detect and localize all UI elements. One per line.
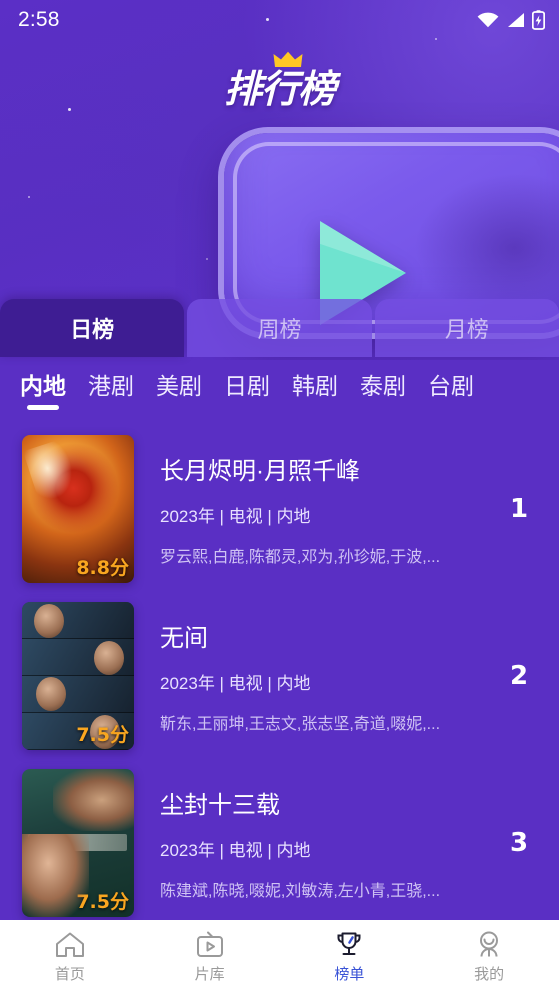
person-icon bbox=[480, 931, 499, 957]
list-item-title: 无间 bbox=[160, 624, 208, 652]
star-dot bbox=[206, 258, 208, 260]
nav-item-ranking[interactable]: 榜单 bbox=[280, 920, 420, 995]
status-bar: 2:58 bbox=[0, 0, 559, 40]
trophy-icon bbox=[337, 932, 361, 955]
list-item[interactable]: 7.5分 尘封十三载 2023年 | 电视 | 内地 陈建斌,陈晓,啜妮,刘敏涛… bbox=[0, 759, 559, 920]
tab-daily[interactable]: 日榜 bbox=[0, 299, 185, 357]
battery-charging-icon bbox=[532, 10, 545, 30]
home-icon bbox=[55, 932, 84, 957]
status-icons bbox=[477, 10, 545, 30]
list-item-cast: 靳东,王丽坤,王志文,张志坚,奇道,啜妮,... bbox=[160, 715, 441, 733]
nav-label-library: 片库 bbox=[194, 966, 225, 983]
status-time: 2:58 bbox=[18, 8, 60, 31]
rank-number: 2 bbox=[509, 660, 529, 691]
list-item-meta: 2023年 | 电视 | 内地 bbox=[160, 506, 311, 526]
poster-thumbnail[interactable]: 7.5分 bbox=[22, 768, 134, 917]
list-item-meta: 2023年 | 电视 | 内地 bbox=[160, 840, 311, 860]
category-hk[interactable]: 港剧 bbox=[88, 367, 134, 410]
list-item[interactable]: 7.5分 无间 2023年 | 电视 | 内地 靳东,王丽坤,王志文,张志坚,奇… bbox=[0, 592, 559, 759]
rating-badge: 7.5分 bbox=[76, 723, 129, 746]
bottom-navigation-bar: 首页 片库 榜单 我的 bbox=[0, 920, 559, 995]
list-item-meta: 2023年 | 电视 | 内地 bbox=[160, 673, 311, 693]
ranking-list: 8.8分 长月烬明·月照千峰 2023年 | 电视 | 内地 罗云熙,白鹿,陈都… bbox=[0, 425, 559, 920]
period-tab-bar: 日榜 周榜 月榜 bbox=[0, 299, 559, 357]
list-item-info: 尘封十三载 2023年 | 电视 | 内地 陈建斌,陈晓,啜妮,刘敏涛,左小青,… bbox=[134, 785, 497, 901]
list-item-info: 长月烬明·月照千峰 2023年 | 电视 | 内地 罗云熙,白鹿,陈都灵,邓为,… bbox=[134, 451, 497, 567]
category-jp[interactable]: 日剧 bbox=[224, 367, 270, 410]
nav-item-library[interactable]: 片库 bbox=[140, 920, 280, 995]
app-root: 2:58 排行榜 日榜 周榜 月榜 内地 港剧 美剧 日剧 韩剧 泰剧 台剧 8… bbox=[0, 0, 559, 995]
list-item-cast: 陈建斌,陈晓,啜妮,刘敏涛,左小青,王骁,... bbox=[160, 882, 441, 900]
list-item-cast: 罗云熙,白鹿,陈都灵,邓为,孙珍妮,于波,... bbox=[160, 548, 441, 566]
rank-number: 3 bbox=[509, 827, 529, 858]
rating-badge: 8.8分 bbox=[76, 556, 129, 579]
rank-number: 1 bbox=[509, 493, 529, 524]
logo-text: 排行榜 bbox=[223, 67, 336, 111]
wifi-icon bbox=[477, 12, 499, 28]
category-th[interactable]: 泰剧 bbox=[360, 367, 406, 410]
category-kr[interactable]: 韩剧 bbox=[292, 367, 338, 410]
app-logo: 排行榜 bbox=[0, 51, 559, 113]
category-mainland[interactable]: 内地 bbox=[20, 367, 66, 410]
list-item-info: 无间 2023年 | 电视 | 内地 靳东,王丽坤,王志文,张志坚,奇道,啜妮,… bbox=[134, 618, 497, 734]
category-tab-bar[interactable]: 内地 港剧 美剧 日剧 韩剧 泰剧 台剧 bbox=[0, 357, 559, 419]
category-tw[interactable]: 台剧 bbox=[428, 367, 474, 410]
star-dot bbox=[28, 196, 30, 198]
poster-title-art bbox=[28, 833, 127, 851]
nav-item-mine[interactable]: 我的 bbox=[419, 920, 559, 995]
crown-icon bbox=[273, 51, 303, 67]
nav-label-mine: 我的 bbox=[474, 966, 505, 983]
rating-badge: 7.5分 bbox=[76, 890, 129, 913]
signal-icon bbox=[508, 13, 524, 27]
poster-thumbnail[interactable]: 8.8分 bbox=[22, 434, 134, 583]
list-item-title: 长月烬明·月照千峰 bbox=[160, 457, 360, 485]
poster-thumbnail[interactable]: 7.5分 bbox=[22, 601, 134, 750]
nav-item-home[interactable]: 首页 bbox=[0, 920, 140, 995]
list-item-title: 尘封十三载 bbox=[160, 791, 280, 819]
nav-label-ranking: 榜单 bbox=[334, 966, 365, 983]
tab-weekly[interactable]: 周榜 bbox=[187, 299, 372, 357]
tv-icon bbox=[196, 931, 223, 957]
category-us[interactable]: 美剧 bbox=[156, 367, 202, 410]
nav-label-home: 首页 bbox=[54, 966, 85, 983]
list-item[interactable]: 8.8分 长月烬明·月照千峰 2023年 | 电视 | 内地 罗云熙,白鹿,陈都… bbox=[0, 425, 559, 592]
tab-monthly[interactable]: 月榜 bbox=[374, 299, 559, 357]
